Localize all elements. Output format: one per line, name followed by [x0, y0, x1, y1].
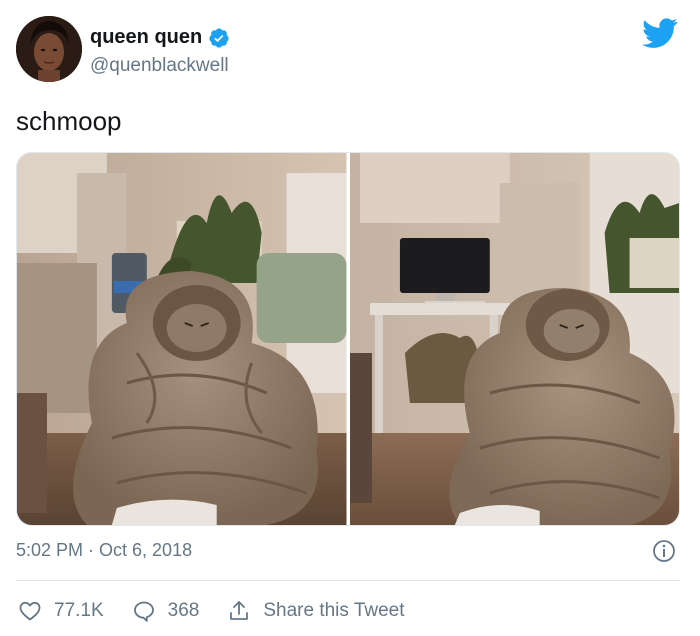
- display-name[interactable]: queen quen: [90, 26, 202, 49]
- tweet-timestamp[interactable]: 5:02 PM · Oct 6, 2018: [16, 540, 192, 561]
- share-label: Share this Tweet: [263, 600, 405, 621]
- reply-bubble-icon: [133, 601, 154, 622]
- like-button[interactable]: 77.1K: [18, 599, 104, 623]
- share-icon: [230, 601, 249, 620]
- tweet-media: [16, 152, 680, 526]
- media-photo-1[interactable]: [17, 153, 347, 525]
- tweet-text: schmoop: [16, 106, 122, 136]
- tweet-actions: 77.1K 368 Share this Tweet: [18, 594, 433, 628]
- divider: [16, 580, 680, 581]
- like-count: 77.1K: [54, 600, 104, 621]
- tweet-header: queen quen @quenblackwell: [14, 14, 686, 86]
- verified-badge-icon: [209, 27, 229, 48]
- twitter-bird-icon[interactable]: [642, 18, 678, 48]
- author-handle[interactable]: @quenblackwell: [90, 55, 229, 77]
- reply-button[interactable]: 368: [132, 599, 200, 623]
- avatar[interactable]: [16, 16, 82, 82]
- share-button[interactable]: Share this Tweet: [227, 599, 405, 623]
- reply-count: 368: [167, 600, 200, 621]
- info-icon[interactable]: [652, 539, 676, 563]
- media-photo-2[interactable]: [349, 153, 679, 525]
- name-line: queen quen: [90, 26, 230, 49]
- heart-icon: [19, 601, 41, 621]
